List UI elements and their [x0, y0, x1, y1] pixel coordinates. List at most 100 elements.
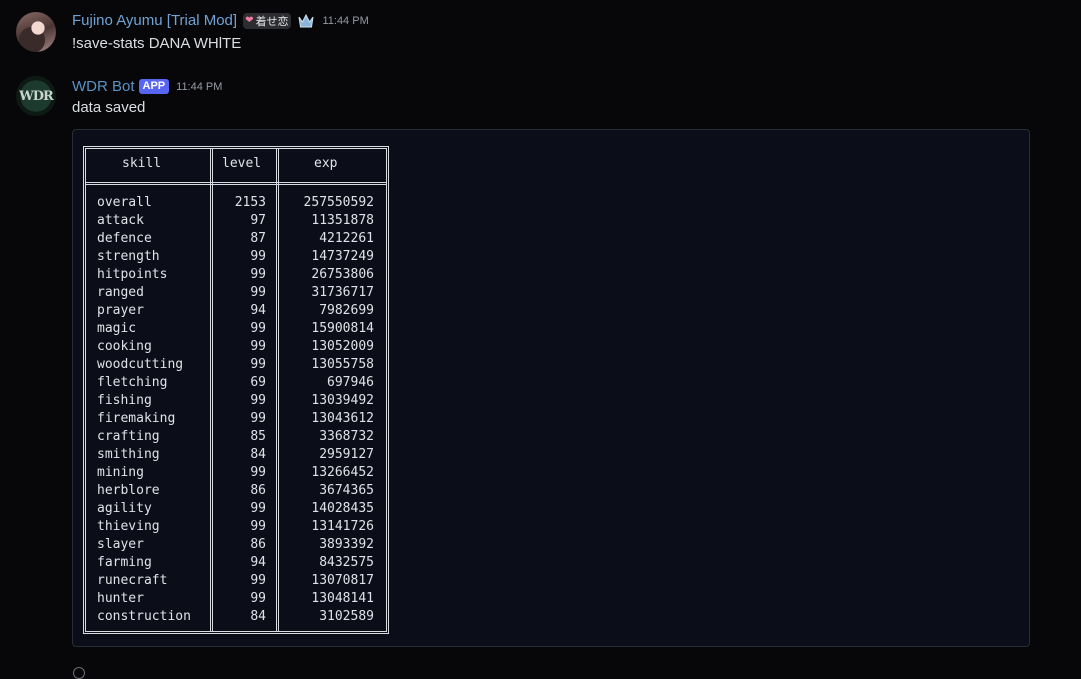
exp-cell: 13266452	[311, 465, 374, 480]
header-skill: skill	[122, 156, 162, 171]
table-row: magic 99 15900814	[86, 321, 386, 339]
table-row: crafting 85 3368732	[86, 429, 386, 447]
exp-cell: 26753806	[311, 267, 374, 282]
skill-cell: farming	[97, 555, 152, 570]
stats-table: skill level exp overall 2153 257550592 atta…	[83, 146, 389, 634]
skill-cell: mining	[97, 465, 144, 480]
table-row: defence 87 4212261	[86, 231, 386, 249]
skill-cell: crafting	[97, 429, 160, 444]
exp-cell: 697946	[327, 375, 374, 390]
skill-cell: prayer	[97, 303, 144, 318]
skill-cell: magic	[97, 321, 137, 336]
table-row: herblore 86 3674365	[86, 483, 386, 501]
table-row: woodcutting 99 13055758	[86, 357, 386, 375]
table-row: fishing 99 13039492	[86, 393, 386, 411]
code-block: skill level exp overall 2153 257550592 atta…	[72, 129, 1030, 647]
level-cell: 85	[250, 429, 266, 444]
message-header: Fujino Ayumu [Trial Mod] ❤ 着せ恋 11:44 PM	[72, 12, 369, 29]
exp-cell: 4212261	[319, 231, 374, 246]
level-cell: 99	[250, 285, 266, 300]
skill-cell: woodcutting	[97, 357, 184, 372]
exp-cell: 3102589	[319, 609, 374, 624]
skill-cell: overall	[97, 195, 152, 210]
skill-cell: defence	[97, 231, 152, 246]
exp-cell: 2959127	[319, 447, 374, 462]
skill-cell: construction	[97, 609, 191, 624]
exp-cell: 13052009	[311, 339, 374, 354]
level-cell: 99	[250, 249, 266, 264]
user-avatar[interactable]	[16, 12, 56, 52]
exp-cell: 13048141	[311, 591, 374, 606]
table-row: firemaking 99 13043612	[86, 411, 386, 429]
level-cell: 99	[250, 393, 266, 408]
skill-cell: smithing	[97, 447, 160, 462]
exp-cell: 3368732	[319, 429, 374, 444]
exp-cell: 13043612	[311, 411, 374, 426]
level-cell: 87	[250, 231, 266, 246]
exp-cell: 14737249	[311, 249, 374, 264]
username[interactable]: WDR Bot	[72, 78, 135, 95]
exp-cell: 3674365	[319, 483, 374, 498]
level-cell: 99	[250, 501, 266, 516]
crown-icon[interactable]	[297, 13, 315, 29]
level-cell: 94	[250, 555, 266, 570]
exp-cell: 3893392	[319, 537, 374, 552]
message-header: WDR Bot APP 11:44 PM	[72, 78, 222, 95]
timestamp: 11:44 PM	[322, 14, 369, 27]
level-cell: 99	[250, 591, 266, 606]
skill-cell: cooking	[97, 339, 152, 354]
exp-cell: 13039492	[311, 393, 374, 408]
skill-cell: fishing	[97, 393, 152, 408]
header-divider	[86, 182, 386, 185]
skill-cell: ranged	[97, 285, 144, 300]
exp-cell: 7982699	[319, 303, 374, 318]
level-cell: 99	[250, 519, 266, 534]
exp-cell: 14028435	[311, 501, 374, 516]
skill-cell: thieving	[97, 519, 160, 534]
table-row: ranged 99 31736717	[86, 285, 386, 303]
level-cell: 86	[250, 537, 266, 552]
skill-cell: fletching	[97, 375, 168, 390]
level-cell: 94	[250, 303, 266, 318]
avatar-text: WDR	[19, 88, 54, 104]
timestamp: 11:44 PM	[176, 80, 223, 93]
level-cell: 84	[250, 609, 266, 624]
level-cell: 84	[250, 447, 266, 462]
bot-avatar[interactable]: WDR	[16, 76, 56, 116]
skill-cell: hunter	[97, 591, 144, 606]
server-tag[interactable]: ❤ 着せ恋	[243, 12, 292, 29]
table-row: prayer 94 7982699	[86, 303, 386, 321]
level-cell: 99	[250, 411, 266, 426]
level-cell: 69	[250, 375, 266, 390]
next-avatar-icon	[73, 667, 85, 679]
app-badge: APP	[138, 79, 170, 94]
level-cell: 99	[250, 321, 266, 336]
table-row: fletching 69 697946	[86, 375, 386, 393]
exp-cell: 15900814	[311, 321, 374, 336]
level-cell: 86	[250, 483, 266, 498]
server-tag-text: 着せ恋	[255, 15, 289, 28]
exp-cell: 13055758	[311, 357, 374, 372]
table-row: overall 2153 257550592	[86, 195, 386, 213]
exp-cell: 13141726	[311, 519, 374, 534]
table-row: mining 99 13266452	[86, 465, 386, 483]
table-row: slayer 86 3893392	[86, 537, 386, 555]
level-cell: 99	[250, 465, 266, 480]
table-row: smithing 84 2959127	[86, 447, 386, 465]
skill-cell: hitpoints	[97, 267, 168, 282]
level-cell: 2153	[234, 195, 266, 210]
level-cell: 97	[250, 213, 266, 228]
skill-cell: agility	[97, 501, 152, 516]
level-cell: 99	[250, 339, 266, 354]
exp-cell: 13070817	[311, 573, 374, 588]
message-text: data saved	[72, 99, 146, 116]
table-row: hunter 99 13048141	[86, 591, 386, 609]
table-row: cooking 99 13052009	[86, 339, 386, 357]
skill-cell: runecraft	[97, 573, 168, 588]
table-row: runecraft 99 13070817	[86, 573, 386, 591]
table-row: thieving 99 13141726	[86, 519, 386, 537]
table-row: strength 99 14737249	[86, 249, 386, 267]
skill-cell: firemaking	[97, 411, 176, 426]
username[interactable]: Fujino Ayumu [Trial Mod]	[72, 12, 237, 29]
table-row: attack 97 11351878	[86, 213, 386, 231]
